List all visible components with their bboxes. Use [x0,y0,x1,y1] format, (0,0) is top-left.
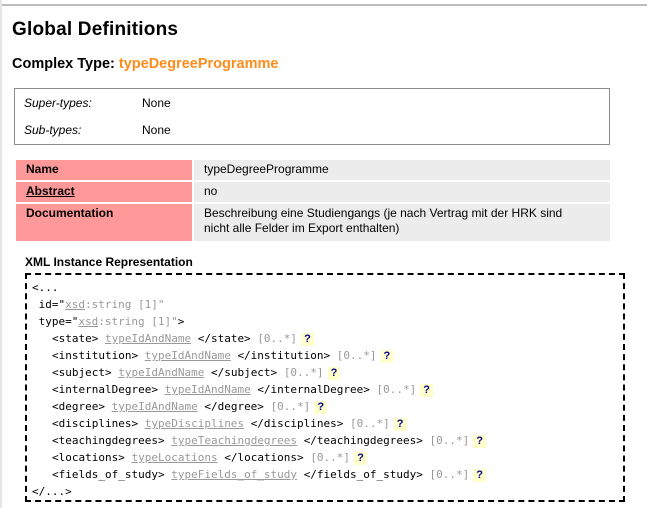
xml-attr-type-link[interactable]: xsd [78,315,98,328]
xml-element-open: <teachingdegrees> [52,434,165,447]
abstract-link[interactable]: Abstract [16,182,192,202]
xml-element-close: </state> [197,332,251,345]
xml-element-line: <institution> typeIdAndName </institutio… [52,347,394,364]
property-row-name: Name typeDegreeProgramme [16,160,610,180]
xml-cardinality: [0..*] [257,332,298,345]
documentation-line-1: Beschreibung eine Studiengangs (je nach … [204,206,563,220]
xml-element-open: <state> [52,332,99,345]
xml-cardinality: [0..*] [270,400,311,413]
xml-element-line: <disciplines> typeDisciplines </discipli… [52,415,407,432]
xml-cardinality: [0..*] [376,383,417,396]
xml-element-open: <degree> [52,400,105,413]
help-icon[interactable]: ? [327,367,341,380]
xml-element-type-link[interactable]: typeLocations [131,451,217,464]
xml-element-line: <degree> typeIdAndName </degree> [0..*]? [52,398,328,415]
property-key-name: Name [16,160,192,180]
xml-cardinality: [0..*] [310,451,351,464]
xml-cardinality: [0..*] [429,468,470,481]
help-icon[interactable]: ? [354,452,367,465]
xml-cardinality: [0..*] [336,349,377,362]
xml-element-close: </subject> [210,366,278,379]
supertypes-label: Super-types: [24,96,92,110]
xml-open-tag: <... [32,281,59,294]
xml-element-type-link[interactable]: typeTeachingdegrees [171,434,297,447]
property-value-documentation: Beschreibung eine Studiengangs (je nach … [194,204,610,241]
xml-element-close: </fields_of_study> [303,468,423,481]
help-icon[interactable]: ? [301,333,314,346]
top-divider [2,4,647,6]
xml-attr-prefix: id=" [32,298,66,311]
xml-element-line: <subject> typeIdAndName </subject> [0..*… [52,364,341,381]
xml-element-close: </degree> [204,400,264,413]
xml-instance-box: <... id="xsd:string [1]" type="xsd:strin… [25,273,625,502]
xml-element-open: <internalDegree> [52,383,158,396]
xml-attribute-line: type="xsd:string [1]"> [32,313,185,330]
xml-cardinality: [0..*] [283,366,324,379]
help-icon[interactable]: ? [314,401,328,414]
type-hierarchy-box: Super-types: None Sub-types: None [14,88,610,145]
complex-type-name: typeDegreeProgramme [118,56,279,72]
xml-element-line: <locations> typeLocations </locations> [… [52,449,367,466]
help-icon[interactable]: ? [393,418,407,431]
xml-attr-rest: :string [1]" [98,315,178,328]
xml-attr-prefix: type=" [32,315,79,328]
xml-element-line: <internalDegree> typeIdAndName </interna… [52,381,434,398]
page-title: Global Definitions [12,19,179,40]
xml-element-open: <disciplines> [52,417,139,430]
supertypes-value: None [142,96,171,110]
xml-element-close: </internalDegree> [257,383,370,396]
help-icon[interactable]: ? [380,350,394,363]
complex-type-prefix: Complex Type: [12,56,115,72]
xml-attr-rest: :string [1]" [85,298,165,311]
help-icon[interactable]: ? [420,384,434,397]
xml-element-type-link[interactable]: typeIdAndName [118,366,204,379]
left-border [0,0,2,508]
complex-type-heading: Complex Type: typeDegreeProgramme [12,56,278,72]
xml-element-line: <teachingdegrees> typeTeachingdegrees </… [52,432,487,449]
xml-close-tag: </...> [32,485,72,498]
xml-element-type-link[interactable]: typeFields_of_study [171,468,297,481]
xml-attribute-line: id="xsd:string [1]" [32,296,165,313]
xml-element-type-link[interactable]: typeIdAndName [105,332,191,345]
xml-cardinality: [0..*] [429,434,470,447]
xml-element-close: </disciplines> [250,417,344,430]
xml-element-close: </locations> [224,451,304,464]
xml-attr-type-link[interactable]: xsd [65,298,85,311]
help-icon[interactable]: ? [473,435,487,448]
documentation-line-2: nicht alle Felder im Export enthalten) [204,221,400,235]
xml-element-close: </institution> [237,349,331,362]
xml-element-type-link[interactable]: typeDisciplines [145,417,244,430]
xml-element-close: </teachingdegrees> [303,434,423,447]
xml-element-type-link[interactable]: typeIdAndName [145,349,231,362]
property-value-name: typeDegreeProgramme [194,160,610,180]
xml-element-open: <fields_of_study> [52,468,165,481]
property-row-documentation: Documentation Beschreibung eine Studieng… [16,204,610,241]
xml-element-line: <fields_of_study> typeFields_of_study </… [52,466,487,483]
xml-element-open: <institution> [52,349,139,362]
xml-element-type-link[interactable]: typeIdAndName [165,383,251,396]
xml-element-line: <state> typeIdAndName </state> [0..*]? [52,330,314,347]
xml-element-open: <locations> [52,451,125,464]
help-icon[interactable]: ? [473,469,487,482]
subtypes-label: Sub-types: [24,123,82,137]
property-row-abstract: Abstract no [16,182,610,202]
property-key-documentation: Documentation [16,204,192,241]
xml-attr-close: > [177,315,185,328]
xml-element-type-link[interactable]: typeIdAndName [112,400,198,413]
property-value-abstract: no [194,182,610,202]
xml-representation-heading: XML Instance Representation [25,255,193,269]
xml-element-open: <subject> [52,366,112,379]
xml-cardinality: [0..*] [350,417,390,430]
subtypes-value: None [142,123,171,137]
